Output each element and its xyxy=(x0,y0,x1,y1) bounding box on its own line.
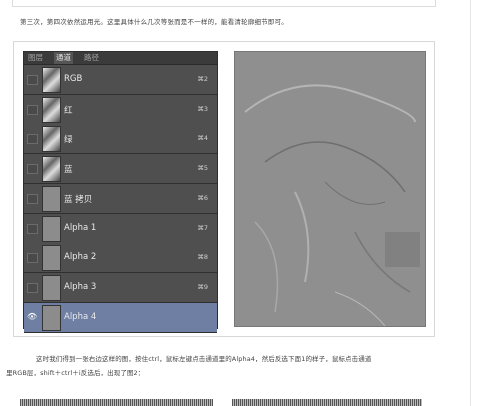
channel-row[interactable]: Alpha 1 ⌘7 xyxy=(24,213,217,244)
channel-row[interactable]: RGB ⌘2 xyxy=(24,65,217,95)
channel-label: 蓝 xyxy=(64,165,73,176)
page-divider xyxy=(470,0,471,406)
channel-label: 绿 xyxy=(64,135,73,146)
channel-shortcut: ⌘3 xyxy=(197,104,208,113)
channel-thumbnail xyxy=(42,215,61,242)
tab-channels[interactable]: 通道 xyxy=(54,52,73,64)
previous-figure-frame xyxy=(12,0,436,7)
channel-shortcut: ⌘4 xyxy=(197,134,208,143)
preview-artwork xyxy=(235,52,425,326)
channel-label: Alpha 4 xyxy=(64,311,97,322)
body-line-2: 里RGB层，shift＋ctrl＋i反选后，出现了图2： xyxy=(6,369,145,377)
channel-thumbnail xyxy=(42,245,61,272)
channel-thumbnail xyxy=(42,67,61,93)
next-figure-strip-right xyxy=(232,399,422,406)
channel-thumbnail xyxy=(42,304,61,331)
visibility-toggle[interactable] xyxy=(27,253,38,264)
body-line-1: 这时我们得到一张右边这样的图，按住ctrl，鼠标左键点击通道里的Alpha4，然… xyxy=(36,355,372,363)
channel-row[interactable]: 蓝 ⌘5 xyxy=(24,154,217,185)
body-paragraph: 这时我们得到一张右边这样的图，按住ctrl，鼠标左键点击通道里的Alpha4，然… xyxy=(6,352,371,380)
tab-layers[interactable]: 图层 xyxy=(26,52,45,64)
visibility-toggle[interactable] xyxy=(27,75,38,85)
channel-shortcut: ⌘6 xyxy=(197,193,208,202)
channel-row[interactable]: 👁 Alpha 4 xyxy=(24,302,217,333)
channel-thumbnail xyxy=(42,156,61,183)
channel-shortcut: ⌘8 xyxy=(197,253,208,262)
alpha4-preview-image xyxy=(234,51,426,327)
panel-tabs: 图层 通道 路径 xyxy=(24,52,217,65)
channel-row[interactable]: Alpha 3 ⌘9 xyxy=(24,272,217,303)
channels-panel: 图层 通道 路径 RGB ⌘2 红 ⌘3 绿 ⌘4 蓝 ⌘5 蓝 拷贝 ⌘6 Alpha 1 ⌘7 Al… xyxy=(23,51,218,333)
eye-icon[interactable]: 👁 xyxy=(27,312,37,321)
channel-shortcut: ⌘2 xyxy=(197,75,208,83)
channel-row[interactable]: 蓝 拷贝 ⌘6 xyxy=(24,183,217,214)
channel-shortcut: ⌘7 xyxy=(197,223,208,232)
visibility-toggle[interactable] xyxy=(27,193,38,204)
channel-label: Alpha 3 xyxy=(64,281,97,292)
intro-paragraph: 第三次，第四次依然运用光。这里具体什么几次等张而是不一样的，能看清轮廓细节即可。 xyxy=(20,18,288,26)
visibility-toggle[interactable] xyxy=(27,134,38,145)
channel-row[interactable]: Alpha 2 ⌘8 xyxy=(24,243,217,274)
channel-label: RGB xyxy=(64,74,83,84)
channel-shortcut: ⌘5 xyxy=(197,164,208,173)
tab-paths[interactable]: 路径 xyxy=(82,52,101,64)
channel-label: Alpha 2 xyxy=(64,252,97,263)
channel-label: 蓝 拷贝 xyxy=(64,194,93,205)
channel-thumbnail xyxy=(42,274,61,301)
visibility-toggle[interactable] xyxy=(27,282,38,293)
channel-row[interactable]: 红 ⌘3 xyxy=(24,94,217,125)
visibility-toggle[interactable] xyxy=(27,104,38,115)
channel-row[interactable]: 绿 ⌘4 xyxy=(24,124,217,155)
channel-label: 红 xyxy=(64,105,73,116)
channel-thumbnail xyxy=(42,126,61,153)
visibility-toggle[interactable] xyxy=(27,223,38,234)
visibility-toggle[interactable] xyxy=(27,164,38,175)
next-figure-strip-left xyxy=(20,399,213,406)
figure-box: 图层 通道 路径 RGB ⌘2 红 ⌘3 绿 ⌘4 蓝 ⌘5 蓝 拷贝 ⌘6 Alpha 1 ⌘7 Al… xyxy=(13,41,435,337)
channel-thumbnail xyxy=(42,96,61,123)
channel-shortcut: ⌘9 xyxy=(197,282,208,291)
channel-label: Alpha 1 xyxy=(64,222,97,233)
channel-thumbnail xyxy=(42,185,61,212)
